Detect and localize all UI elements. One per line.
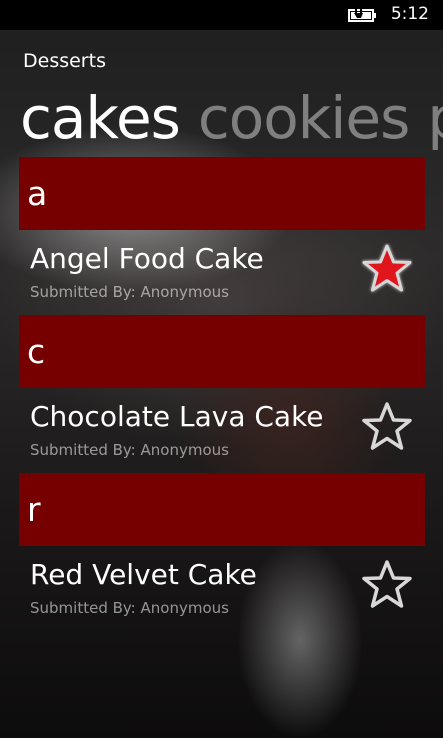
group-header-a[interactable]: a <box>19 157 425 230</box>
list-item-chocolate-lava-cake[interactable]: Chocolate Lava Cake Submitted By: Anonym… <box>30 388 420 473</box>
group-header-c[interactable]: c <box>19 315 425 388</box>
tab-cookies[interactable]: cookies <box>198 80 410 156</box>
phone-screen: 5:12 Desserts cakescookiesp a Angel Food… <box>0 0 443 738</box>
group-header-r[interactable]: r <box>19 473 425 546</box>
tab-cakes[interactable]: cakes <box>20 80 181 156</box>
app-title: Desserts <box>23 50 106 72</box>
item-submitted-by: Submitted By: Anonymous <box>30 599 229 617</box>
star-outline-icon[interactable] <box>361 401 413 453</box>
item-submitted-by: Submitted By: Anonymous <box>30 441 229 459</box>
list-item-angel-food-cake[interactable]: Angel Food Cake Submitted By: Anonymous <box>30 230 420 315</box>
item-submitted-by: Submitted By: Anonymous <box>30 283 229 301</box>
item-title: Red Velvet Cake <box>30 558 257 591</box>
item-title: Angel Food Cake <box>30 242 264 275</box>
list-item-red-velvet-cake[interactable]: Red Velvet Cake Submitted By: Anonymous <box>30 546 420 631</box>
tab-next-partial[interactable]: p <box>427 80 443 156</box>
status-clock: 5:12 <box>390 4 429 24</box>
dessert-list: a Angel Food Cake Submitted By: Anonymou… <box>0 157 443 631</box>
battery-charging-icon <box>348 8 376 22</box>
pivot-headers[interactable]: cakescookiesp <box>20 80 443 156</box>
star-outline-icon[interactable] <box>361 559 413 611</box>
star-filled-icon[interactable] <box>361 243 413 295</box>
status-bar: 5:12 <box>0 0 443 30</box>
item-title: Chocolate Lava Cake <box>30 400 324 433</box>
